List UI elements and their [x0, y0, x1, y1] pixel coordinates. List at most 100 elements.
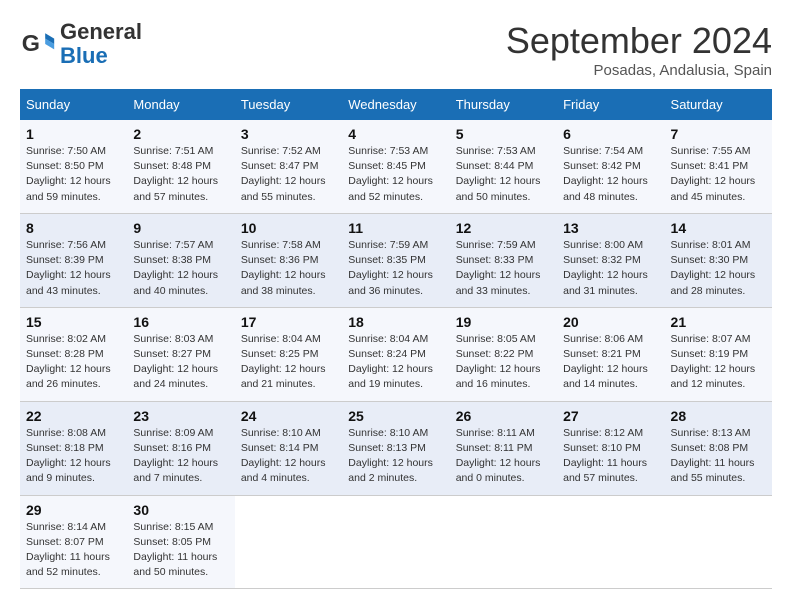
table-row — [342, 495, 449, 589]
table-row: 19 Sunrise: 8:05 AMSunset: 8:22 PMDaylig… — [450, 307, 557, 401]
location-subtitle: Posadas, Andalusia, Spain — [506, 62, 772, 79]
day-number: 3 — [241, 126, 336, 142]
table-row: 11 Sunrise: 7:59 AMSunset: 8:35 PMDaylig… — [342, 213, 449, 307]
day-number: 12 — [456, 220, 551, 236]
day-detail: Sunrise: 8:02 AMSunset: 8:28 PMDaylight:… — [26, 332, 121, 393]
day-detail: Sunrise: 7:54 AMSunset: 8:42 PMDaylight:… — [563, 144, 658, 205]
table-row: 28 Sunrise: 8:13 AMSunset: 8:08 PMDaylig… — [665, 401, 772, 495]
day-number: 6 — [563, 126, 658, 142]
table-row: 30 Sunrise: 8:15 AMSunset: 8:05 PMDaylig… — [127, 495, 234, 589]
day-number: 5 — [456, 126, 551, 142]
day-number: 30 — [133, 502, 228, 518]
day-detail: Sunrise: 8:00 AMSunset: 8:32 PMDaylight:… — [563, 238, 658, 299]
day-detail: Sunrise: 7:59 AMSunset: 8:35 PMDaylight:… — [348, 238, 443, 299]
day-number: 16 — [133, 314, 228, 330]
table-row: 7 Sunrise: 7:55 AMSunset: 8:41 PMDayligh… — [665, 120, 772, 213]
day-detail: Sunrise: 8:06 AMSunset: 8:21 PMDaylight:… — [563, 332, 658, 393]
day-number: 1 — [26, 126, 121, 142]
table-row — [235, 495, 342, 589]
table-row: 27 Sunrise: 8:12 AMSunset: 8:10 PMDaylig… — [557, 401, 664, 495]
table-row — [665, 495, 772, 589]
day-number: 2 — [133, 126, 228, 142]
table-row: 13 Sunrise: 8:00 AMSunset: 8:32 PMDaylig… — [557, 213, 664, 307]
day-number: 9 — [133, 220, 228, 236]
table-row: 26 Sunrise: 8:11 AMSunset: 8:11 PMDaylig… — [450, 401, 557, 495]
day-detail: Sunrise: 8:08 AMSunset: 8:18 PMDaylight:… — [26, 426, 121, 487]
day-detail: Sunrise: 8:14 AMSunset: 8:07 PMDaylight:… — [26, 520, 121, 581]
header-monday: Monday — [127, 89, 234, 120]
day-detail: Sunrise: 7:58 AMSunset: 8:36 PMDaylight:… — [241, 238, 336, 299]
day-detail: Sunrise: 7:52 AMSunset: 8:47 PMDaylight:… — [241, 144, 336, 205]
logo: G General Blue — [20, 20, 142, 68]
logo-icon: G — [20, 26, 56, 62]
calendar-week-row: 22 Sunrise: 8:08 AMSunset: 8:18 PMDaylig… — [20, 401, 772, 495]
table-row: 14 Sunrise: 8:01 AMSunset: 8:30 PMDaylig… — [665, 213, 772, 307]
logo-text: General Blue — [60, 20, 142, 68]
table-row: 24 Sunrise: 8:10 AMSunset: 8:14 PMDaylig… — [235, 401, 342, 495]
day-number: 22 — [26, 408, 121, 424]
table-row: 25 Sunrise: 8:10 AMSunset: 8:13 PMDaylig… — [342, 401, 449, 495]
table-row: 9 Sunrise: 7:57 AMSunset: 8:38 PMDayligh… — [127, 213, 234, 307]
table-row — [450, 495, 557, 589]
calendar-week-row: 8 Sunrise: 7:56 AMSunset: 8:39 PMDayligh… — [20, 213, 772, 307]
day-number: 25 — [348, 408, 443, 424]
table-row: 21 Sunrise: 8:07 AMSunset: 8:19 PMDaylig… — [665, 307, 772, 401]
table-row: 15 Sunrise: 8:02 AMSunset: 8:28 PMDaylig… — [20, 307, 127, 401]
calendar-header-row: Sunday Monday Tuesday Wednesday Thursday… — [20, 89, 772, 120]
day-detail: Sunrise: 8:01 AMSunset: 8:30 PMDaylight:… — [671, 238, 766, 299]
day-detail: Sunrise: 7:55 AMSunset: 8:41 PMDaylight:… — [671, 144, 766, 205]
table-row: 6 Sunrise: 7:54 AMSunset: 8:42 PMDayligh… — [557, 120, 664, 213]
day-number: 20 — [563, 314, 658, 330]
logo-line1: General — [60, 19, 142, 44]
day-detail: Sunrise: 8:03 AMSunset: 8:27 PMDaylight:… — [133, 332, 228, 393]
day-detail: Sunrise: 8:11 AMSunset: 8:11 PMDaylight:… — [456, 426, 551, 487]
calendar-week-row: 15 Sunrise: 8:02 AMSunset: 8:28 PMDaylig… — [20, 307, 772, 401]
day-detail: Sunrise: 7:53 AMSunset: 8:44 PMDaylight:… — [456, 144, 551, 205]
table-row: 5 Sunrise: 7:53 AMSunset: 8:44 PMDayligh… — [450, 120, 557, 213]
day-number: 23 — [133, 408, 228, 424]
day-detail: Sunrise: 8:09 AMSunset: 8:16 PMDaylight:… — [133, 426, 228, 487]
day-number: 8 — [26, 220, 121, 236]
table-row: 29 Sunrise: 8:14 AMSunset: 8:07 PMDaylig… — [20, 495, 127, 589]
day-number: 7 — [671, 126, 766, 142]
day-detail: Sunrise: 7:53 AMSunset: 8:45 PMDaylight:… — [348, 144, 443, 205]
header-tuesday: Tuesday — [235, 89, 342, 120]
table-row: 22 Sunrise: 8:08 AMSunset: 8:18 PMDaylig… — [20, 401, 127, 495]
day-number: 11 — [348, 220, 443, 236]
table-row — [557, 495, 664, 589]
day-detail: Sunrise: 8:04 AMSunset: 8:25 PMDaylight:… — [241, 332, 336, 393]
day-detail: Sunrise: 8:05 AMSunset: 8:22 PMDaylight:… — [456, 332, 551, 393]
table-row: 1 Sunrise: 7:50 AMSunset: 8:50 PMDayligh… — [20, 120, 127, 213]
day-number: 14 — [671, 220, 766, 236]
day-number: 18 — [348, 314, 443, 330]
logo-line2: Blue — [60, 43, 108, 68]
day-number: 15 — [26, 314, 121, 330]
table-row: 23 Sunrise: 8:09 AMSunset: 8:16 PMDaylig… — [127, 401, 234, 495]
table-row: 20 Sunrise: 8:06 AMSunset: 8:21 PMDaylig… — [557, 307, 664, 401]
table-row: 18 Sunrise: 8:04 AMSunset: 8:24 PMDaylig… — [342, 307, 449, 401]
day-number: 28 — [671, 408, 766, 424]
day-detail: Sunrise: 7:50 AMSunset: 8:50 PMDaylight:… — [26, 144, 121, 205]
day-detail: Sunrise: 8:04 AMSunset: 8:24 PMDaylight:… — [348, 332, 443, 393]
day-number: 29 — [26, 502, 121, 518]
header-sunday: Sunday — [20, 89, 127, 120]
day-number: 17 — [241, 314, 336, 330]
calendar-week-row: 1 Sunrise: 7:50 AMSunset: 8:50 PMDayligh… — [20, 120, 772, 213]
calendar-table: Sunday Monday Tuesday Wednesday Thursday… — [20, 89, 772, 589]
svg-text:G: G — [22, 30, 40, 56]
table-row: 3 Sunrise: 7:52 AMSunset: 8:47 PMDayligh… — [235, 120, 342, 213]
calendar-week-row: 29 Sunrise: 8:14 AMSunset: 8:07 PMDaylig… — [20, 495, 772, 589]
day-detail: Sunrise: 8:12 AMSunset: 8:10 PMDaylight:… — [563, 426, 658, 487]
table-row: 8 Sunrise: 7:56 AMSunset: 8:39 PMDayligh… — [20, 213, 127, 307]
day-number: 10 — [241, 220, 336, 236]
day-number: 24 — [241, 408, 336, 424]
day-detail: Sunrise: 7:51 AMSunset: 8:48 PMDaylight:… — [133, 144, 228, 205]
day-detail: Sunrise: 7:57 AMSunset: 8:38 PMDaylight:… — [133, 238, 228, 299]
header-thursday: Thursday — [450, 89, 557, 120]
day-detail: Sunrise: 7:56 AMSunset: 8:39 PMDaylight:… — [26, 238, 121, 299]
page-header: G General Blue September 2024 Posadas, A… — [20, 20, 772, 79]
table-row: 17 Sunrise: 8:04 AMSunset: 8:25 PMDaylig… — [235, 307, 342, 401]
day-number: 13 — [563, 220, 658, 236]
day-detail: Sunrise: 8:10 AMSunset: 8:14 PMDaylight:… — [241, 426, 336, 487]
title-block: September 2024 Posadas, Andalusia, Spain — [506, 20, 772, 79]
